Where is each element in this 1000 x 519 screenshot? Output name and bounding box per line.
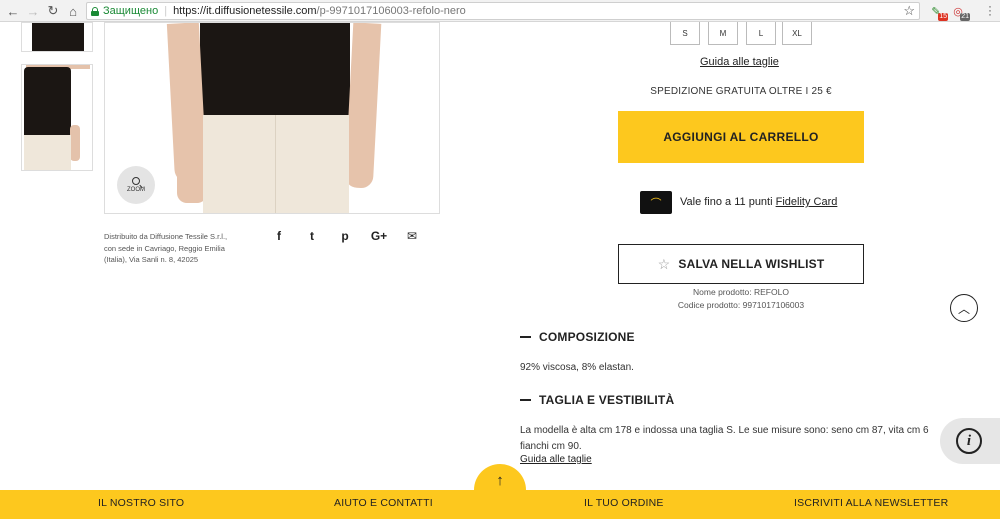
collapse-dash-icon: [520, 336, 531, 338]
size-guide-link-2[interactable]: Guida alle taglie: [520, 454, 592, 465]
facebook-icon[interactable]: f: [272, 229, 286, 243]
fidelity-card-link[interactable]: Fidelity Card: [776, 196, 838, 208]
fidelity-points: Vale fino a 11 punti Fidelity Card: [680, 196, 837, 208]
email-icon[interactable]: ✉: [405, 229, 419, 243]
magnifier-icon: [132, 177, 140, 185]
fit-title: TAGLIA E VESTIBILITÀ: [539, 393, 675, 407]
wishlist-label: SALVA NELLA WISHLIST: [678, 257, 825, 271]
composition-title: COMPOSIZIONE: [539, 330, 635, 344]
menu-icon[interactable]: · · ·: [988, 0, 992, 20]
bookmark-star-icon[interactable]: ☆: [903, 3, 915, 19]
pinterest-icon[interactable]: p: [338, 229, 352, 243]
footer-your-order[interactable]: IL TUO ORDINE: [584, 497, 664, 509]
fit-text-line2: fianchi cm 90.: [520, 441, 582, 452]
back-arrow-icon[interactable]: ←: [2, 0, 24, 22]
footer-help-contacts[interactable]: AIUTO E CONTATTI: [334, 497, 433, 509]
product-code: Codice prodotto: 9971017106003: [677, 300, 805, 310]
star-icon: ☆: [657, 255, 671, 272]
zoom-button[interactable]: ZOOM: [117, 166, 155, 204]
fidelity-card-icon: ⌒: [640, 191, 672, 214]
thumbnail-image[interactable]: [21, 22, 93, 52]
url-host: https://it.diffusionetessile.com: [173, 5, 317, 17]
fit-heading[interactable]: TAGLIA E VESTIBILITÀ: [520, 393, 674, 407]
size-option-l[interactable]: L: [746, 22, 776, 45]
lock-icon: [91, 6, 99, 16]
product-name: Nome prodotto: REFOLO: [693, 287, 789, 297]
chevron-up-icon[interactable]: ︿: [950, 294, 978, 322]
arrow-up-icon: ↑: [496, 471, 504, 489]
composition-heading[interactable]: COMPOSIZIONE: [520, 330, 635, 344]
shipping-notice: SPEDIZIONE GRATUITA OLTRE I 25 €: [650, 86, 832, 97]
twitter-icon[interactable]: t: [305, 229, 319, 243]
home-icon[interactable]: ⌂: [62, 0, 84, 22]
distributor-text: Distribuito da Diffusione Tessile S.r.l.…: [104, 232, 228, 264]
footer-our-site[interactable]: IL NOSTRO SITO: [98, 497, 184, 509]
extension-badge: 15: [938, 13, 948, 21]
save-wishlist-button[interactable]: ☆ SALVA NELLA WISHLIST: [618, 244, 864, 284]
footer-newsletter[interactable]: ISCRIVITI ALLA NEWSLETTER: [794, 497, 948, 509]
browser-toolbar: ← → ↻ ⌂ Защищено | https://it.diffusione…: [0, 0, 1000, 22]
info-button[interactable]: i: [940, 418, 1000, 464]
separator: |: [164, 5, 168, 17]
forward-arrow-icon[interactable]: →: [22, 0, 44, 22]
size-guide-link[interactable]: Guida alle taglie: [700, 56, 779, 68]
url-path: /p-9971017106003-refolo-nero: [316, 5, 466, 17]
collapse-dash-icon: [520, 399, 531, 401]
fidelity-prefix: Vale fino a 11 punti: [680, 196, 776, 208]
size-option-m[interactable]: M: [708, 22, 738, 45]
size-option-s[interactable]: S: [670, 22, 700, 45]
secure-label: Защищено: [103, 5, 159, 17]
garment-skirt: [203, 115, 349, 213]
model-right-arm: [344, 23, 382, 189]
fit-text-line1: La modella è alta cm 178 e indossa una t…: [520, 425, 929, 436]
size-option-xl[interactable]: XL: [782, 22, 812, 45]
back-to-top-button[interactable]: ↑: [474, 464, 526, 496]
extension-icon[interactable]: ◎ 21: [950, 3, 970, 21]
reload-icon[interactable]: ↻: [42, 0, 64, 22]
thumbnail-image[interactable]: [21, 64, 93, 171]
composition-text: 92% viscosa, 8% elastan.: [520, 362, 634, 373]
extension-icon[interactable]: ✎ 15: [928, 3, 948, 21]
address-bar[interactable]: Защищено | https://it.diffusionetessile.…: [86, 2, 920, 20]
extension-badge: 21: [960, 13, 970, 21]
info-icon: i: [956, 428, 982, 454]
garment-top: [200, 23, 350, 115]
google-plus-icon[interactable]: G+: [370, 229, 388, 243]
add-to-cart-button[interactable]: AGGIUNGI AL CARRELLO: [618, 111, 864, 163]
